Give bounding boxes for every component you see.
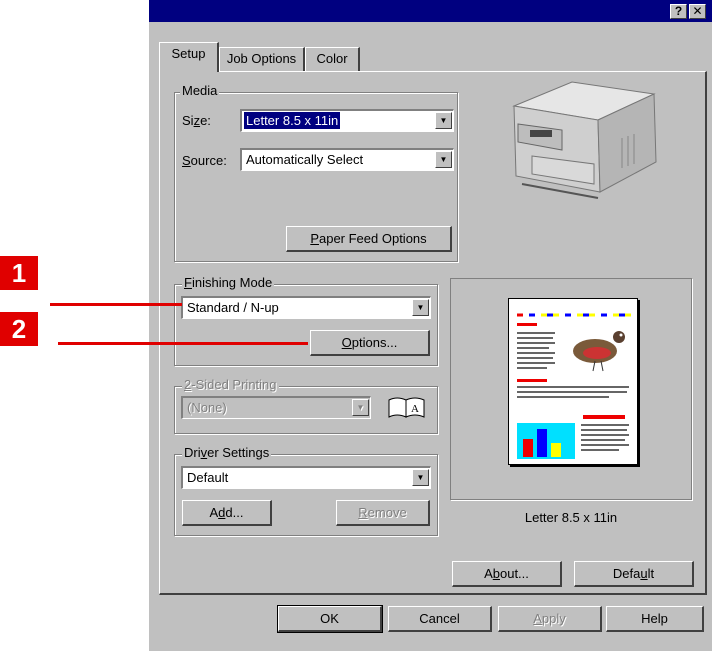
chevron-down-icon[interactable]: ▼ [412, 469, 429, 486]
close-title-button[interactable]: ✕ [689, 4, 706, 19]
page-preview [508, 298, 638, 465]
remove-button: Remove [336, 500, 430, 526]
finishing-mode-value: Standard / N-up [187, 300, 279, 315]
source-select[interactable]: Automatically Select ▼ [240, 148, 454, 171]
preview-caption: Letter 8.5 x 11in [524, 510, 618, 525]
chevron-down-icon[interactable]: ▼ [435, 112, 452, 129]
finishing-mode-select[interactable]: Standard / N-up ▼ [181, 296, 431, 319]
two-sided-value: (None) [187, 400, 227, 415]
two-sided-select: (None) ▼ [181, 396, 371, 419]
help-title-button[interactable]: ? [670, 4, 687, 19]
callout-1-line [50, 303, 182, 306]
finishing-mode-group-label: Finishing Mode [182, 275, 275, 290]
tab-job-options-label: Job Options [226, 51, 297, 66]
callout-1: 1 [0, 256, 38, 290]
title-bar [149, 0, 712, 22]
driver-settings-select[interactable]: Default ▼ [181, 466, 431, 489]
tab-setup[interactable]: Setup [159, 42, 219, 72]
tab-color-label: Color [316, 51, 348, 66]
printer-image [502, 68, 664, 218]
book-icon: A [386, 394, 430, 420]
svg-text:A: A [411, 403, 419, 415]
source-select-value: Automatically Select [246, 152, 364, 167]
chevron-down-icon: ▼ [352, 399, 369, 416]
add-button[interactable]: Add... [182, 500, 272, 526]
bird-image [573, 331, 625, 372]
help-button[interactable]: Help [606, 606, 704, 632]
about-button[interactable]: About... [452, 561, 562, 587]
chevron-down-icon[interactable]: ▼ [435, 151, 452, 168]
tab-setup-label: Setup [171, 46, 206, 61]
paper-feed-options-button[interactable]: Paper Feed Options [286, 226, 452, 252]
tab-color[interactable]: Color [305, 47, 360, 71]
default-button[interactable]: Default [574, 561, 694, 587]
source-label: Source: [182, 153, 227, 168]
size-label: Size: [182, 113, 211, 128]
callout-2-line [58, 342, 308, 345]
apply-button: Apply [498, 606, 602, 632]
driver-settings-label: Driver Settings [182, 445, 272, 460]
chevron-down-icon[interactable]: ▼ [412, 299, 429, 316]
cancel-button[interactable]: Cancel [388, 606, 492, 632]
options-button[interactable]: Options... [310, 330, 430, 356]
driver-settings-value: Default [187, 470, 229, 485]
media-group-label: Media [180, 83, 220, 98]
callout-2: 2 [0, 312, 38, 346]
ok-button[interactable]: OK [277, 605, 383, 633]
size-select[interactable]: Letter 8.5 x 11in ▼ [240, 109, 454, 132]
size-select-value: Letter 8.5 x 11in [244, 112, 341, 129]
tab-job-options[interactable]: Job Options [219, 47, 305, 71]
two-sided-printing-label: 2-Sided Printing [182, 377, 279, 392]
